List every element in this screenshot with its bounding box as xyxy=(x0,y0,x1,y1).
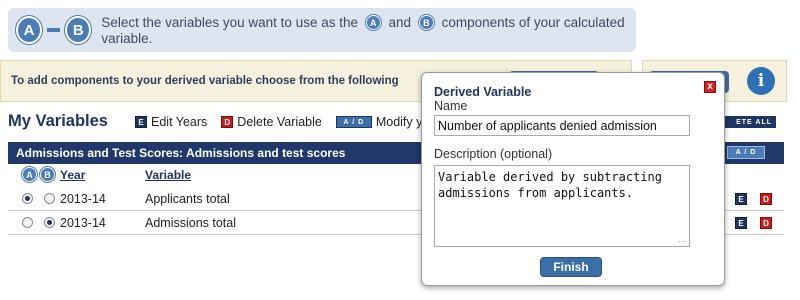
component-b-radio[interactable] xyxy=(44,217,55,228)
delete-variable-label: Delete Variable xyxy=(237,115,322,129)
close-icon[interactable]: x xyxy=(704,81,716,93)
variable-column-header[interactable]: Variable xyxy=(145,168,191,182)
component-a-radio[interactable] xyxy=(22,193,33,204)
modify-label: Modify y xyxy=(375,115,423,129)
ad-toggle-all-button[interactable]: A / D xyxy=(727,146,765,159)
year-column-header[interactable]: Year xyxy=(60,168,85,182)
edit-years-label: Edit Years xyxy=(151,115,208,129)
row-variable: Applicants total xyxy=(145,192,230,206)
instruction-text: Select the variables you want to use as … xyxy=(101,14,636,46)
row-variable: Admissions total xyxy=(145,216,237,230)
ab-column-header: A B xyxy=(22,167,55,182)
modify-legend: A / D Modify y xyxy=(335,115,423,129)
minus-icon xyxy=(47,28,61,32)
edit-years-button[interactable]: E xyxy=(735,217,747,229)
resize-grip-icon[interactable]: ⋯ xyxy=(678,237,686,246)
delete-variable-legend: D Delete Variable xyxy=(221,115,322,129)
description-textarea[interactable]: Variable derived by subtracting admissio… xyxy=(434,165,690,247)
instruction-text-and: and xyxy=(388,15,412,30)
derived-variable-dialog: Derived Variable x Name Description (opt… xyxy=(421,72,725,286)
component-a-radio[interactable] xyxy=(22,217,33,228)
my-variables-title: My Variables xyxy=(8,112,108,130)
inline-a-badge: A xyxy=(365,15,381,30)
delete-variable-button[interactable]: D xyxy=(760,217,772,229)
dialog-title: Derived Variable xyxy=(434,85,532,99)
edit-icon: E xyxy=(135,116,147,128)
variables-toolbar: E Edit Years D Delete Variable A / D Mod… xyxy=(135,115,436,129)
delete-icon: D xyxy=(221,116,234,128)
column-b-badge: B xyxy=(40,167,55,182)
inline-b-badge: B xyxy=(418,15,434,30)
name-label: Name xyxy=(434,99,468,113)
components-instruction: To add components to your derived variab… xyxy=(11,75,399,87)
row-year: 2013-14 xyxy=(60,192,106,206)
description-label: Description (optional) xyxy=(434,147,553,161)
edit-years-button[interactable]: E xyxy=(735,193,747,205)
edit-years-legend: E Edit Years xyxy=(135,115,207,129)
name-input[interactable] xyxy=(434,115,690,136)
column-a-badge: A xyxy=(22,167,37,182)
instruction-text-part-1: Select the variables you want to use as … xyxy=(101,15,358,30)
delete-variable-button[interactable]: D xyxy=(760,193,772,205)
info-icon[interactable]: i xyxy=(747,67,775,95)
finish-button[interactable]: Finish xyxy=(540,257,602,277)
component-b-badge: B xyxy=(65,16,92,44)
instruction-banner: A B Select the variables you want to use… xyxy=(8,8,636,52)
component-b-radio[interactable] xyxy=(44,193,55,204)
table-group-title: Admissions and Test Scores: Admissions a… xyxy=(16,146,346,160)
component-a-badge: A xyxy=(16,16,43,44)
row-year: 2013-14 xyxy=(60,216,106,230)
ad-toggle-icon: A / D xyxy=(335,116,372,128)
